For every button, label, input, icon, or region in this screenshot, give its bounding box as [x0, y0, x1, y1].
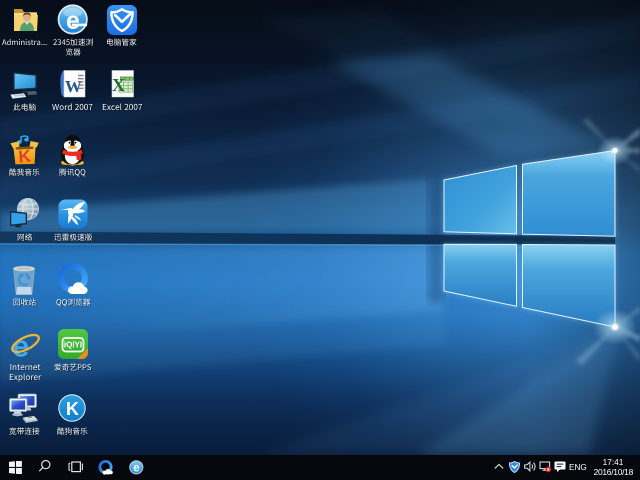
svg-text:W: W	[65, 77, 82, 96]
svg-text:e: e	[133, 463, 139, 475]
svg-text:K: K	[18, 146, 33, 166]
svg-text:K: K	[66, 399, 79, 419]
svg-text:e: e	[66, 7, 80, 35]
svg-text:iQIYI: iQIYI	[64, 341, 82, 350]
svg-text:X: X	[112, 75, 125, 95]
